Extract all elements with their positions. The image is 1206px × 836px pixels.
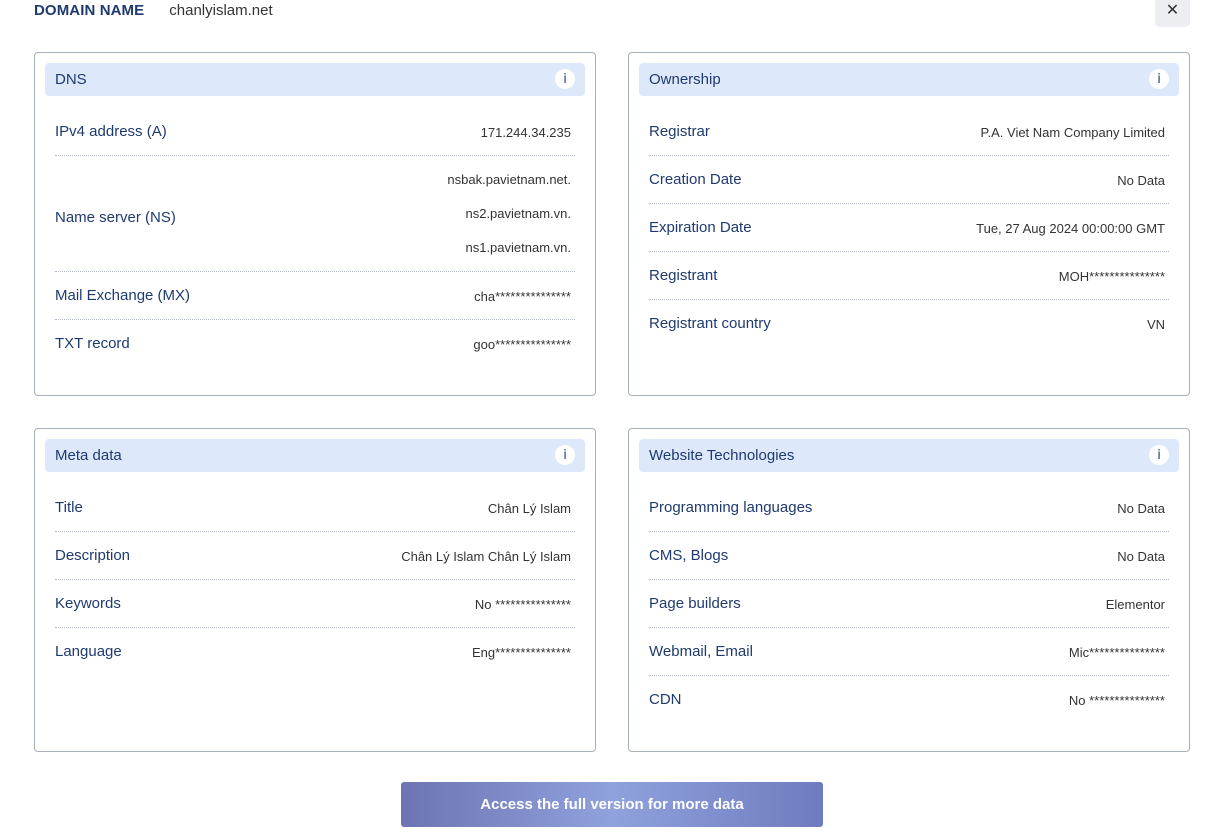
row-label: Webmail, Email (649, 643, 753, 660)
info-icon[interactable]: i (1149, 69, 1169, 89)
ownership-card-title: Ownership (649, 71, 721, 88)
dns-row-txt: TXT record goo*************** (55, 320, 575, 368)
row-label: Page builders (649, 595, 741, 612)
row-label: Expiration Date (649, 219, 752, 236)
row-value: Chân Lý Islam (487, 501, 571, 516)
domain-name-label: DOMAIN NAME (34, 1, 145, 19)
row-value: No Data (1117, 173, 1165, 188)
domain-name-value: chanlyislam.net (169, 1, 273, 19)
meta-row: Title Chân Lý Islam (55, 484, 575, 532)
row-value: VN (1146, 317, 1165, 332)
row-label: Creation Date (649, 171, 742, 188)
info-icon[interactable]: i (555, 69, 575, 89)
row-label: Name server (NS) (55, 209, 176, 226)
row-label: Registrant (649, 267, 718, 284)
tech-row: Page builders Elementor (649, 580, 1169, 628)
row-label: Registrar (649, 123, 710, 140)
row-value: Chân Lý Islam Chân Lý Islam (401, 549, 571, 564)
row-label: Language (55, 643, 122, 660)
ownership-card: Ownership i Registrar P.A. Viet Nam Comp… (628, 52, 1190, 396)
row-label: IPv4 address (A) (55, 123, 167, 140)
meta-data-card: Meta data i Title Chân Lý Islam Descript… (34, 428, 596, 752)
info-icon[interactable]: i (555, 445, 575, 465)
meta-row: Keywords No *************** (55, 580, 575, 628)
row-value: cha*************** (474, 289, 571, 304)
ownership-row: Registrar P.A. Viet Nam Company Limited (649, 108, 1169, 156)
website-technologies-card-title: Website Technologies (649, 447, 795, 464)
meta-row: Description Chân Lý Islam Chân Lý Islam (55, 532, 575, 580)
row-value: No Data (1117, 501, 1165, 516)
ns-value: nsbak.pavietnam.net. (447, 171, 571, 187)
tech-row: Webmail, Email Mic*************** (649, 628, 1169, 676)
row-label: Keywords (55, 595, 121, 612)
dns-row-ns: Name server (NS) nsbak.pavietnam.net. ns… (55, 156, 575, 272)
dns-card: DNS i IPv4 address (A) 171.244.34.235 Na… (34, 52, 596, 396)
ns-value: ns1.pavietnam.vn. (465, 239, 571, 255)
row-label: TXT record (55, 335, 130, 352)
meta-data-card-title: Meta data (55, 447, 122, 464)
website-technologies-card-header: Website Technologies i (639, 439, 1179, 472)
row-label: CDN (649, 691, 682, 708)
row-value: P.A. Viet Nam Company Limited (980, 125, 1166, 140)
row-value: Tue, 27 Aug 2024 00:00:00 GMT (976, 221, 1165, 236)
row-value: goo*************** (473, 337, 571, 352)
row-label: Description (55, 547, 131, 564)
full-version-button[interactable]: Access the full version for more data (401, 782, 823, 827)
row-value: 171.244.34.235 (480, 125, 571, 140)
meta-data-card-header: Meta data i (45, 439, 585, 472)
ownership-card-header: Ownership i (639, 63, 1179, 96)
website-technologies-card: Website Technologies i Programming langu… (628, 428, 1190, 752)
tech-row: CDN No *************** (649, 676, 1169, 724)
tech-row: Programming languages No Data (649, 484, 1169, 532)
row-value: Elementor (1105, 597, 1165, 612)
dns-row-ipv4: IPv4 address (A) 171.244.34.235 (55, 108, 575, 156)
ns-value: ns2.pavietnam.vn. (465, 205, 571, 221)
row-label: Title (55, 499, 83, 516)
row-label: Registrant country (649, 315, 771, 332)
row-value: Mic*************** (1068, 645, 1165, 660)
row-value: No *************** (1068, 693, 1165, 708)
ownership-row: Creation Date No Data (649, 156, 1169, 204)
dns-row-mx: Mail Exchange (MX) cha*************** (55, 272, 575, 320)
domain-header: DOMAIN NAME chanlyislam.net (34, 0, 273, 20)
row-label: Programming languages (649, 499, 813, 516)
row-label: CMS, Blogs (649, 547, 729, 564)
row-value: MOH*************** (1058, 269, 1165, 284)
row-label: Mail Exchange (MX) (55, 287, 191, 304)
ownership-row: Registrant MOH*************** (649, 252, 1169, 300)
ns-value-list: nsbak.pavietnam.net. ns2.pavietnam.vn. n… (447, 163, 571, 265)
row-value: Eng*************** (471, 645, 571, 660)
close-icon[interactable]: ✕ (1155, 0, 1190, 27)
info-icon[interactable]: i (1149, 445, 1169, 465)
tech-row: CMS, Blogs No Data (649, 532, 1169, 580)
row-value: No Data (1117, 549, 1165, 564)
ownership-row: Registrant country VN (649, 300, 1169, 348)
ownership-row: Expiration Date Tue, 27 Aug 2024 00:00:0… (649, 204, 1169, 252)
dns-card-title: DNS (55, 71, 87, 88)
dns-card-header: DNS i (45, 63, 585, 96)
meta-row: Language Eng*************** (55, 628, 575, 676)
row-value: No *************** (474, 597, 571, 612)
